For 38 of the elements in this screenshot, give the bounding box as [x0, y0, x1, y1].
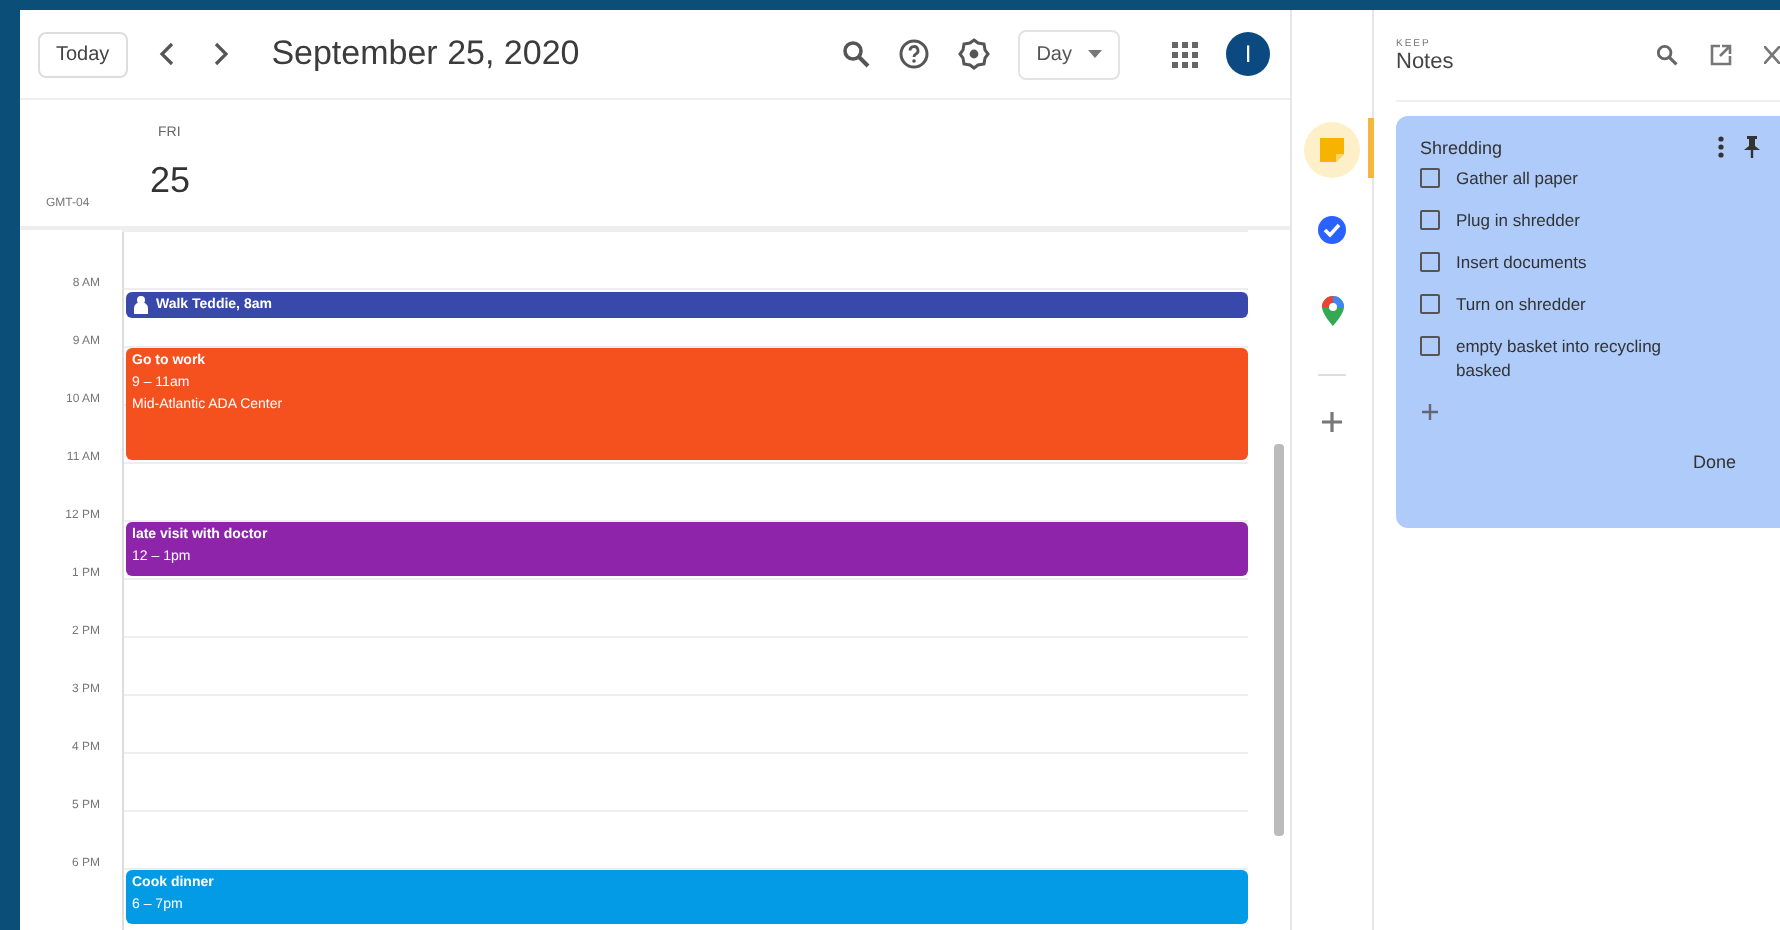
- list-item-text: empty basket into recycling basked: [1456, 334, 1664, 382]
- checkbox[interactable]: [1420, 294, 1440, 314]
- note-icon: [1318, 136, 1346, 164]
- search-icon[interactable]: [842, 40, 871, 68]
- check-circle-icon: [1318, 216, 1346, 244]
- checkbox[interactable]: [1420, 210, 1440, 230]
- note-title: Shredding: [1420, 137, 1505, 157]
- day-number[interactable]: 25: [150, 160, 191, 202]
- add-icon[interactable]: [1422, 404, 1438, 420]
- open-in-new-icon[interactable]: [1710, 44, 1732, 66]
- map-pin-icon: [1321, 295, 1343, 325]
- caret-icon: [1088, 50, 1102, 58]
- search-icon[interactable]: [1656, 44, 1678, 66]
- panel-title: Notes: [1396, 49, 1456, 73]
- person-icon: [134, 296, 148, 314]
- checkbox[interactable]: [1420, 168, 1440, 188]
- pin-icon[interactable]: [1744, 136, 1760, 158]
- help-icon[interactable]: [898, 38, 931, 70]
- list-item-text: Turn on shredder: [1456, 292, 1588, 316]
- chevron-right-icon[interactable]: [209, 42, 230, 66]
- apps-grid-icon[interactable]: [1172, 41, 1198, 67]
- note-card[interactable]: Shredding Gather all paper Plug in shredder Insert documents Turn on shredder empty basket into recycling basked Done: [1396, 116, 1780, 528]
- today-button[interactable]: Today: [38, 31, 128, 77]
- chevron-left-icon[interactable]: [157, 42, 178, 66]
- avatar[interactable]: I: [1226, 32, 1270, 76]
- scrollbar[interactable]: [1274, 444, 1284, 836]
- checkbox[interactable]: [1420, 336, 1440, 356]
- checkbox[interactable]: [1420, 252, 1440, 272]
- done-button[interactable]: Done: [1680, 444, 1748, 480]
- more-icon[interactable]: [1718, 136, 1724, 158]
- list-item-text: Gather all paper: [1456, 166, 1580, 190]
- date-title: September 25, 2020: [271, 34, 580, 74]
- view-dropdown[interactable]: Day: [1018, 29, 1120, 79]
- add-icon[interactable]: [1322, 412, 1342, 432]
- list-item-text: Plug in shredder: [1456, 208, 1582, 232]
- close-icon[interactable]: [1764, 46, 1780, 64]
- list-item-text: Insert documents: [1456, 250, 1589, 274]
- settings-icon[interactable]: [958, 38, 991, 70]
